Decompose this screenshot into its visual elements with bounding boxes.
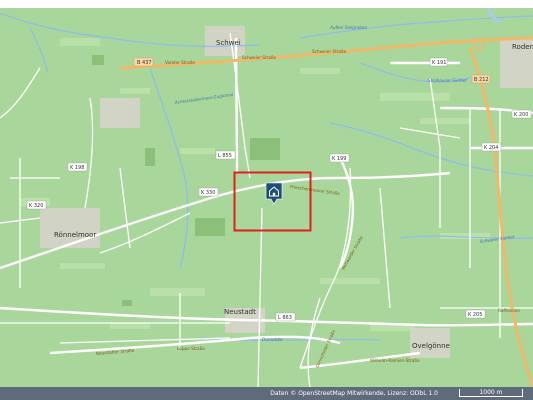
water-label-dornebbe: Dornebbe: [262, 337, 283, 342]
svg-text:K 205: K 205: [468, 312, 482, 318]
shield-l863: L 863: [275, 312, 296, 322]
road-label-wilhelm: Wilhelm-Ramien-Straße: [370, 358, 420, 363]
svg-text:K 330: K 330: [201, 190, 215, 196]
shield-k198: K 198: [67, 162, 88, 172]
place-label-ovelgoenne: Ovelgönne: [412, 342, 450, 350]
map-view[interactable]: Außen Sielgraben Achterstadermoor-Zugkan…: [0, 8, 533, 387]
road-label-schweier-2: Schweier Straße: [312, 49, 347, 54]
scale-label: 1000 m: [479, 389, 503, 396]
svg-text:L 855: L 855: [218, 153, 232, 159]
svg-text:K 204: K 204: [484, 145, 498, 151]
road-label-raffeiseon: Raffeiseon: [498, 308, 520, 313]
road-label-vareler: Vareler Straße: [165, 60, 195, 65]
water-label-aussentief: Außen Sielgraben: [329, 25, 367, 30]
shield-k320: K 320: [26, 200, 47, 210]
place-label-rodenk: Rodenk: [512, 43, 533, 51]
place-label-roennelmoor: Rönnelmoor: [54, 231, 96, 239]
map-canvas[interactable]: Außen Sielgraben Achterstadermoor-Zugkan…: [0, 8, 533, 387]
road-label-loeppo: Löppo Straße: [177, 346, 205, 351]
svg-text:B 212: B 212: [474, 77, 489, 83]
place-label-schwei: Schwei: [216, 39, 241, 47]
svg-text:K 198: K 198: [70, 165, 84, 171]
svg-text:K 191: K 191: [432, 60, 446, 66]
shield-k204: K 204: [481, 142, 502, 152]
shield-k330: K 330: [198, 187, 219, 197]
water-label-strohauser: Strohauser Sieltief: [428, 78, 467, 83]
attribution-text: Daten © OpenStreetMap Mitwirkende, Lizen…: [270, 390, 438, 397]
svg-text:B 437: B 437: [137, 60, 152, 66]
shield-b437: B 437: [133, 57, 154, 67]
shield-k199: K 199: [329, 153, 350, 163]
shield-k200: K 200: [511, 109, 532, 119]
map-attribution-bar: Daten © OpenStreetMap Mitwirkende, Lizen…: [0, 387, 533, 400]
road-label-schweier-1: Schweier Straße: [242, 55, 277, 60]
shield-k191: K 191: [429, 57, 448, 67]
svg-text:K 320: K 320: [29, 203, 43, 209]
shield-k205: K 205: [465, 309, 486, 319]
place-label-neustadt: Neustadt: [224, 308, 256, 316]
shield-l855: L 855: [215, 150, 236, 160]
shield-b212: B 212: [471, 74, 491, 84]
scale-bar: 1000 m: [459, 389, 523, 397]
svg-text:K 200: K 200: [514, 112, 528, 118]
svg-text:K 199: K 199: [332, 156, 346, 162]
svg-text:L 863: L 863: [278, 315, 292, 321]
